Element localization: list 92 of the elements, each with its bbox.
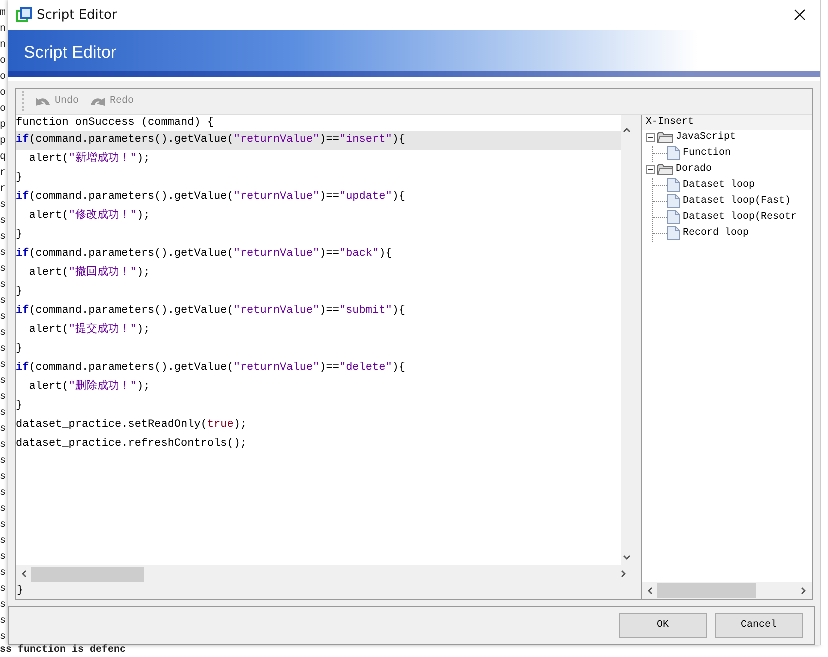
- background-text: n: [0, 23, 8, 37]
- code-line: }: [16, 584, 25, 600]
- window-title: Script Editor: [37, 8, 118, 22]
- code-line: }: [16, 398, 24, 414]
- background-text: s: [0, 471, 8, 485]
- background-text: s: [0, 551, 8, 565]
- tree-item[interactable]: Record loop: [683, 228, 750, 240]
- background-text: s: [0, 615, 8, 629]
- background-text: n: [0, 39, 8, 53]
- background-text: s: [0, 231, 8, 245]
- document-icon: [667, 146, 681, 162]
- code-line: alert("提交成功！");: [28, 322, 152, 338]
- chevron-down-icon[interactable]: [623, 555, 631, 562]
- background-text: o: [0, 55, 8, 69]
- background-text: s: [0, 631, 8, 645]
- tree-item[interactable]: Dataset loop(Fast): [683, 196, 792, 208]
- code-line: if(command.parameters().getValue("returnValue")=="delete"){: [16, 360, 406, 376]
- background-text: s: [0, 311, 8, 325]
- background-text: s: [0, 583, 8, 597]
- chevron-right-icon[interactable]: [621, 570, 627, 578]
- folder-icon: [657, 163, 674, 176]
- document-icon: [667, 226, 681, 242]
- background-text: s: [0, 199, 8, 213]
- background-text: s: [0, 327, 8, 341]
- tree-item[interactable]: Dorado: [676, 164, 712, 176]
- code-line: alert("新增成功！");: [28, 150, 152, 167]
- background-text: o: [0, 103, 8, 117]
- background-text: s: [0, 503, 8, 517]
- background-text: o: [0, 71, 8, 85]
- tree-item[interactable]: Dataset loop: [683, 180, 756, 192]
- scrollbar-thumb[interactable]: [657, 583, 756, 598]
- background-text: q: [0, 151, 8, 165]
- tree-header: X-Insert: [642, 114, 812, 130]
- app-icon: [16, 7, 32, 23]
- document-icon: [667, 210, 681, 226]
- background-text: s: [0, 439, 8, 453]
- background-text: s: [0, 423, 8, 437]
- background-text: s: [0, 375, 8, 389]
- close-icon: [794, 9, 806, 21]
- document-icon: [667, 178, 681, 194]
- code-line: alert("修改成功！");: [28, 208, 152, 224]
- background-text: s: [0, 487, 8, 501]
- background-text: s: [0, 519, 8, 533]
- background-text: o: [0, 87, 8, 101]
- cancel-button[interactable]: Cancel: [715, 613, 803, 638]
- code-line: dataset_practice.setReadOnly(true);: [16, 418, 248, 433]
- background-text: s: [0, 263, 8, 277]
- background-text: p: [0, 135, 8, 149]
- code-line: function onSuccess (command) {: [16, 116, 216, 131]
- background-text: s: [0, 391, 8, 405]
- chevron-left-icon[interactable]: [647, 586, 653, 595]
- tree-item[interactable]: JavaScript: [676, 132, 736, 144]
- background-text: s: [0, 295, 8, 309]
- background-text: s: [0, 247, 8, 261]
- code-editor[interactable]: [16, 114, 621, 566]
- code-line: if(command.parameters().getValue("returnValue")=="update"){: [16, 190, 406, 205]
- chevron-right-icon[interactable]: [801, 586, 807, 595]
- code-line: }: [16, 342, 24, 357]
- background-text: s: [0, 407, 8, 421]
- code-line: alert("删除成功！");: [28, 379, 152, 395]
- background-text: s: [0, 215, 8, 229]
- tree-item[interactable]: Dataset loop(Resotr: [683, 212, 798, 224]
- chevron-up-icon[interactable]: [623, 126, 631, 133]
- background-text: s: [0, 455, 8, 469]
- background-text: s: [0, 567, 8, 581]
- scrollbar-thumb[interactable]: [31, 566, 144, 582]
- folder-icon: [657, 131, 674, 144]
- background-text: s: [0, 535, 8, 549]
- code-line: if(command.parameters().getValue("returnValue")=="submit"){: [16, 304, 406, 319]
- ok-button[interactable]: OK: [619, 613, 707, 638]
- collapse-icon[interactable]: [646, 133, 655, 142]
- code-line: }: [16, 228, 24, 243]
- document-icon: [667, 194, 681, 210]
- tree-item[interactable]: Function: [683, 148, 732, 160]
- code-line: alert("撤回成功！");: [28, 265, 152, 281]
- horizontal-scrollbar[interactable]: [642, 582, 812, 600]
- background-text: r: [0, 167, 8, 181]
- background-text: s: [0, 359, 8, 373]
- code-line: }: [16, 170, 24, 186]
- background-text: s: [0, 599, 8, 613]
- collapse-icon[interactable]: [646, 165, 655, 174]
- chevron-left-icon[interactable]: [21, 570, 27, 578]
- code-line: }: [16, 284, 24, 300]
- background-text: s: [0, 343, 8, 357]
- code-line: if(command.parameters().getValue("returnValue")=="back"){: [16, 246, 394, 262]
- background-text: ss function is defenc: [0, 645, 128, 657]
- background-text: m: [0, 7, 8, 21]
- background-text: p: [0, 119, 8, 133]
- background-text: r: [0, 183, 8, 197]
- banner-title: Script Editor: [24, 43, 117, 64]
- background-text: s: [0, 279, 8, 293]
- code-line: dataset_practice.refreshControls();: [16, 436, 248, 452]
